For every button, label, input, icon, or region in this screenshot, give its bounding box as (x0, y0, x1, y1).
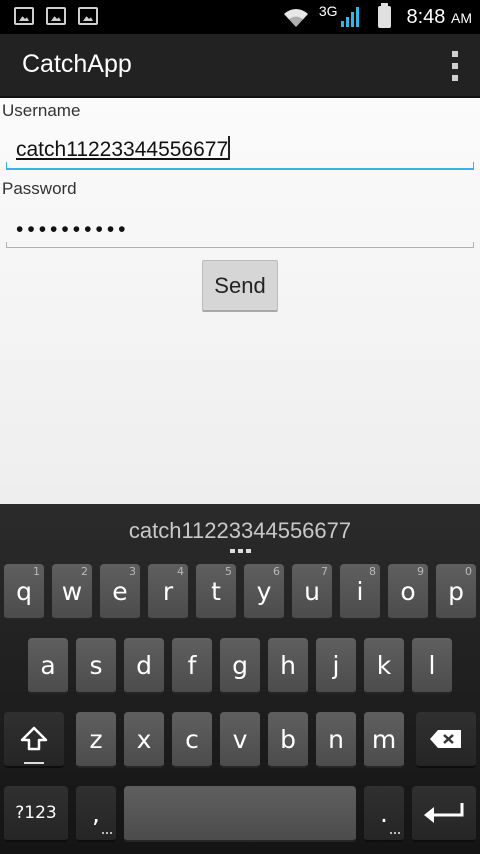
enter-icon (424, 803, 464, 823)
space-key[interactable] (124, 786, 356, 842)
battery-icon (377, 3, 391, 28)
key-i[interactable]: i8 (340, 564, 380, 620)
backspace-key[interactable] (416, 712, 476, 768)
text-cursor (228, 136, 231, 160)
image-upload-icon (78, 7, 98, 25)
key-p[interactable]: p0 (436, 564, 476, 620)
suggestion-word[interactable]: catch11223344556677 (0, 518, 480, 544)
key-w[interactable]: w2 (52, 564, 92, 620)
key-j[interactable]: j (316, 638, 356, 694)
comma-key[interactable]: , (76, 786, 116, 842)
network-type: 3G (318, 3, 338, 19)
key-z[interactable]: z (76, 712, 116, 768)
shift-icon (20, 726, 48, 751)
password-label: Password (2, 179, 77, 198)
username-label: Username (2, 101, 81, 120)
action-bar: CatchApp (0, 34, 480, 98)
key-h[interactable]: h (268, 638, 308, 694)
username-field[interactable]: catch11223344556677 (6, 130, 474, 170)
wifi-icon (283, 9, 308, 28)
notification-icons (14, 7, 98, 25)
key-d[interactable]: d (124, 638, 164, 694)
period-key[interactable]: . (364, 786, 404, 842)
key-f[interactable]: f (172, 638, 212, 694)
key-l[interactable]: l (412, 638, 452, 694)
key-n[interactable]: n (316, 712, 356, 768)
status-time: 8:48 AM (406, 5, 473, 28)
key-m[interactable]: m (364, 712, 404, 768)
status-bar: 3G 8:48 AM (0, 0, 480, 34)
overflow-menu-icon[interactable] (450, 51, 460, 81)
app-title: CatchApp (22, 50, 132, 78)
key-b[interactable]: b (268, 712, 308, 768)
key-x[interactable]: x (124, 712, 164, 768)
key-t[interactable]: t5 (196, 564, 236, 620)
symbols-key[interactable]: ?123 (4, 786, 68, 842)
key-v[interactable]: v (220, 712, 260, 768)
password-value: •••••••••• (16, 218, 130, 241)
soft-keyboard: catch11223344556677 q1 w2 e3 r4 t5 y6 u7… (0, 504, 480, 854)
backspace-icon (430, 730, 461, 748)
send-button[interactable]: Send (202, 260, 278, 312)
password-field[interactable]: •••••••••• (6, 208, 474, 248)
gallery-icon (14, 7, 34, 25)
key-s[interactable]: s (76, 638, 116, 694)
enter-key[interactable] (412, 786, 476, 842)
image-upload-icon (46, 7, 66, 25)
signal-icon (340, 7, 359, 27)
username-value: catch11223344556677 (16, 138, 229, 161)
key-q[interactable]: q1 (4, 564, 44, 620)
key-g[interactable]: g (220, 638, 260, 694)
key-r[interactable]: r4 (148, 564, 188, 620)
key-o[interactable]: o9 (388, 564, 428, 620)
key-u[interactable]: u7 (292, 564, 332, 620)
more-suggestions-icon[interactable] (230, 549, 251, 553)
key-e[interactable]: e3 (100, 564, 140, 620)
suggestion-strip: catch11223344556677 (0, 504, 480, 558)
key-y[interactable]: y6 (244, 564, 284, 620)
key-a[interactable]: a (28, 638, 68, 694)
shift-key[interactable] (4, 712, 64, 768)
key-k[interactable]: k (364, 638, 404, 694)
key-c[interactable]: c (172, 712, 212, 768)
login-form: Username catch11223344556677 Password ••… (0, 98, 480, 504)
